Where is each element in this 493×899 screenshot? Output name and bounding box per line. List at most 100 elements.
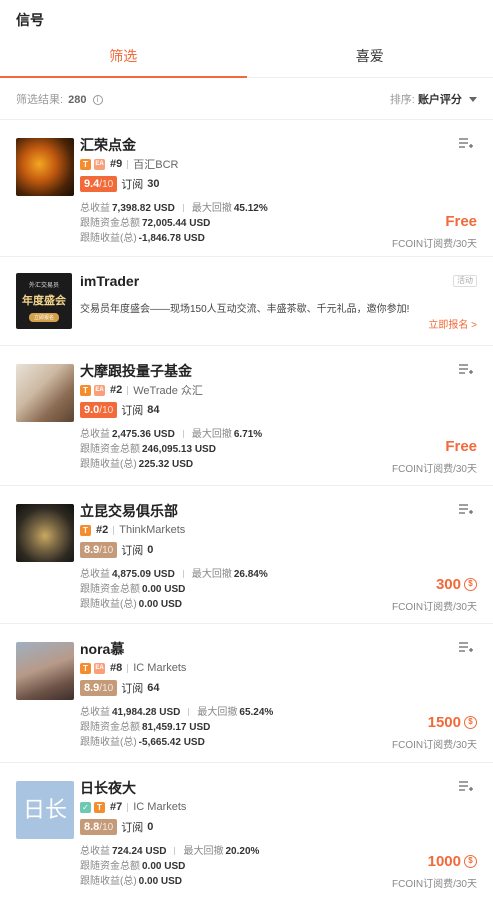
price-value: 1500	[427, 714, 461, 731]
total-profit-value: 4,875.09 USD	[112, 569, 175, 580]
price-period: FCOIN订阅费/30天	[391, 879, 477, 890]
rank: #9	[110, 158, 123, 170]
price-period: FCOIN订阅费/30天	[391, 464, 477, 475]
total-profit-label: 总收益	[80, 429, 110, 440]
score-denominator: /10	[99, 822, 114, 833]
trader-badge-icon: T	[80, 384, 91, 396]
follower-funds-value: 0.00 USD	[142, 584, 186, 595]
follower-profit-label: 跟随收益(总)	[80, 233, 137, 244]
page-title: 信号	[16, 12, 44, 28]
ea-badge-icon: EA	[94, 662, 105, 674]
tab-favorites[interactable]: 喜爱	[247, 36, 493, 77]
info-icon[interactable]: i	[92, 94, 103, 105]
ea-badge-icon: EA	[94, 384, 105, 396]
rank: #7	[110, 801, 123, 813]
score-value: 8.8	[84, 821, 100, 833]
ad-banner[interactable]: 外汇交易员 年度盛会 立即报名 imTrader 活动 交易员年度盛会——现场1…	[0, 257, 493, 346]
result-count: 280	[68, 93, 87, 106]
total-profit-value: 41,984.28 USD	[112, 707, 181, 718]
follower-profit-label: 跟随收益(总)	[80, 876, 137, 887]
subscribers-label: 订阅	[121, 405, 144, 417]
total-profit-label: 总收益	[80, 846, 110, 857]
caret-down-icon	[469, 97, 477, 103]
broker-name: IC Markets	[133, 801, 187, 813]
follower-funds-value: 72,005.44 USD	[142, 218, 211, 229]
signal-card[interactable]: 日长 日长夜大 ✓ T #7 IC Markets 8.8/10 订阅 0 总收…	[0, 763, 493, 899]
add-to-list-icon[interactable]	[459, 504, 473, 516]
ea-badge-icon: EA	[94, 158, 105, 170]
ad-register-link[interactable]: 立即报名 >	[428, 316, 477, 331]
follower-profit-value: -5,665.42 USD	[138, 737, 205, 748]
fcoin-icon: $	[464, 716, 477, 729]
ad-tag: 活动	[453, 275, 477, 287]
add-to-list-icon[interactable]	[459, 781, 473, 793]
max-drawdown-value: 45.12%	[233, 203, 268, 214]
total-profit-label: 总收益	[80, 203, 110, 214]
divider	[127, 385, 129, 395]
follower-profit-label: 跟随收益(总)	[80, 599, 137, 610]
divider	[113, 525, 115, 535]
rank: #8	[110, 662, 123, 674]
price-block: Free FCOIN订阅费/30天	[392, 438, 477, 475]
sort-label: 排序:	[389, 93, 415, 106]
ad-title: imTrader	[80, 273, 140, 289]
price-value: Free	[445, 438, 477, 455]
broker-name: IC Markets	[133, 662, 187, 674]
subscribers-count: 0	[147, 544, 154, 556]
tab-bar: 筛选 喜爱	[0, 36, 493, 78]
score-denominator: /10	[99, 683, 114, 694]
total-profit-label: 总收益	[80, 569, 110, 580]
avatar	[16, 504, 74, 562]
follower-funds-label: 跟随资金总额	[80, 444, 140, 455]
signal-card[interactable]: 立昆交易俱乐部 T #2 ThinkMarkets 8.9/10 订阅 0 总收…	[0, 486, 493, 624]
signal-card[interactable]: 汇荣点金 T EA #9 百汇BCR 9.4/10 订阅 30 总收益 7,398…	[0, 120, 493, 257]
trader-badge-icon: T	[80, 662, 91, 674]
total-profit-value: 724.24 USD	[112, 846, 167, 857]
sort-value: 账户评分	[417, 93, 462, 106]
divider	[182, 430, 184, 439]
score-badge: 8.8/10	[80, 819, 118, 835]
signal-name: 汇荣点金	[80, 137, 136, 153]
add-to-list-icon[interactable]	[459, 138, 473, 150]
max-drawdown-label: 最大回撤	[191, 569, 232, 580]
add-to-list-icon[interactable]	[459, 364, 473, 376]
max-drawdown-label: 最大回撤	[197, 707, 238, 718]
ad-image: 外汇交易员 年度盛会 立即报名	[16, 273, 72, 329]
price-period: FCOIN订阅费/30天	[391, 239, 477, 250]
total-profit-value: 7,398.82 USD	[112, 203, 175, 214]
ad-description: 交易员年度盛会——现场150人互动交流、丰盛茶歇、千元礼品，邀你参加!	[80, 304, 410, 315]
signal-name: 日长夜大	[80, 780, 136, 796]
score-badge: 9.4/10	[80, 176, 118, 192]
follower-profit-value: 0.00 USD	[138, 599, 183, 610]
fcoin-icon: $	[464, 578, 477, 591]
result-summary: 筛选结果: 280 i	[16, 91, 103, 107]
tab-filter[interactable]: 筛选	[0, 36, 247, 77]
divider	[174, 847, 176, 856]
signal-card[interactable]: nora慕 T EA #8 IC Markets 8.9/10 订阅 64 总收…	[0, 624, 493, 763]
signal-card[interactable]: 大摩跟投量子基金 T EA #2 WeTrade 众汇 9.0/10 订阅 84…	[0, 346, 493, 486]
subscribers-count: 30	[147, 178, 160, 190]
divider	[127, 159, 129, 169]
price-value: 1000	[427, 853, 461, 870]
sort-dropdown[interactable]: 排序: 账户评分	[390, 91, 477, 107]
broker-name: 百汇BCR	[133, 159, 179, 171]
add-to-list-icon[interactable]	[459, 642, 473, 654]
price-block: 1000 $ FCOIN订阅费/30天	[392, 853, 477, 890]
avatar: 日长	[16, 781, 74, 839]
score-value: 9.4	[84, 178, 100, 190]
price-value: 300	[435, 576, 461, 593]
score-value: 8.9	[84, 682, 100, 694]
score-badge: 9.0/10	[80, 402, 118, 418]
avatar	[16, 642, 74, 700]
signal-name: nora慕	[80, 641, 125, 657]
price-block: 1500 $ FCOIN订阅费/30天	[392, 714, 477, 751]
price-block: Free FCOIN订阅费/30天	[392, 213, 477, 250]
subscribers-label: 订阅	[121, 683, 144, 695]
follower-funds-label: 跟随资金总额	[80, 722, 140, 733]
tab-indicator	[0, 76, 247, 78]
avatar	[16, 364, 74, 422]
price-block: 300 $ FCOIN订阅费/30天	[392, 576, 477, 613]
subscribers-label: 订阅	[121, 822, 144, 834]
score-value: 8.9	[84, 544, 100, 556]
ad-image-button: 立即报名	[28, 313, 59, 322]
